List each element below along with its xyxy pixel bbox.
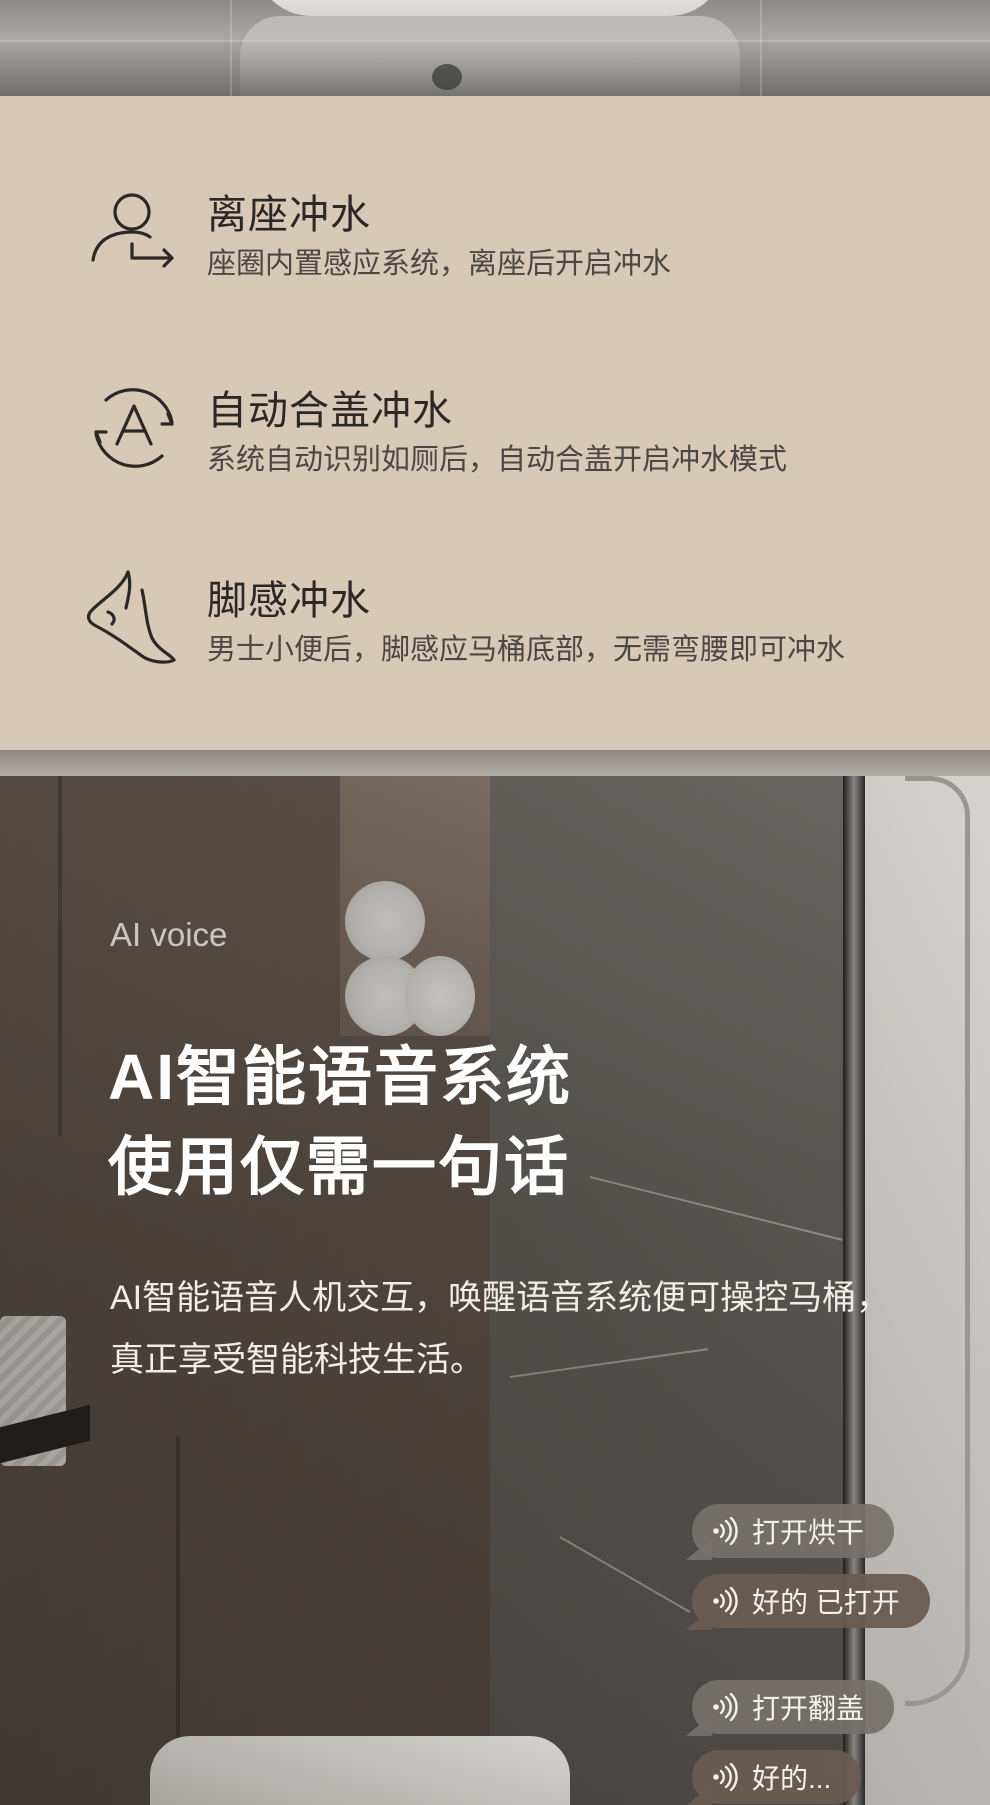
toilet-photo-top xyxy=(0,0,990,96)
feature-description: 男士小便后，脚感应马桶底部，无需弯腰即可冲水 xyxy=(207,634,846,666)
voice-command-bubble: 打开翻盖 xyxy=(686,1680,895,1736)
feature-description: 座圈内置感应系统，离座后开启冲水 xyxy=(207,248,672,280)
feature-foot-flush: 脚感冲水 男士小便后，脚感应马桶底部，无需弯腰即可冲水 xyxy=(0,568,990,678)
feature-title: 离座冲水 xyxy=(207,193,371,237)
bubble-text: 打开烘干 xyxy=(752,1517,865,1548)
voice-command-bubble: 打开烘干 xyxy=(686,1504,895,1560)
section-eyebrow: AI voice xyxy=(110,916,228,953)
feature-title: 自动合盖冲水 xyxy=(207,389,453,433)
feature-auto-lid-flush: 自动合盖冲水 系统自动识别如厕后，自动合盖开启冲水模式 xyxy=(0,378,990,488)
bubble-text: 好的... xyxy=(752,1763,832,1794)
section-body-line1: AI智能语音人机交互，唤醒语音系统便可操控马桶， xyxy=(110,1279,891,1317)
flush-features: 离座冲水 座圈内置感应系统，离座后开启冲水 自动合盖冲水 系统自动识别如厕后，自… xyxy=(0,96,990,750)
auto-cycle-A-icon xyxy=(94,388,174,468)
bubble-text: 打开翻盖 xyxy=(752,1693,865,1724)
sound-wave-icon xyxy=(713,1763,738,1791)
section-divider xyxy=(0,750,990,776)
feature-description: 系统自动识别如厕后，自动合盖开启冲水模式 xyxy=(207,444,788,476)
section-headline-line2: 使用仅需一句话 xyxy=(108,1131,570,1203)
sound-wave-icon xyxy=(713,1517,738,1545)
section-headline-line1: AI智能语音系统 xyxy=(108,1041,572,1113)
section-body-line2: 真正享受智能科技生活。 xyxy=(110,1341,484,1379)
ai-voice-section: AI voice AI智能语音系统 使用仅需一句话 AI智能语音人机交互，唤醒语… xyxy=(0,776,990,1805)
bubble-text: 好的 已打开 xyxy=(752,1587,900,1618)
feature-title: 脚感冲水 xyxy=(207,579,371,623)
person-leaving-seat-icon xyxy=(91,193,174,268)
sound-wave-icon xyxy=(713,1693,738,1721)
foot-icon xyxy=(86,570,176,664)
voice-reply-bubble: 好的... xyxy=(686,1750,862,1805)
sound-wave-icon xyxy=(713,1587,738,1615)
feature-leave-seat-flush: 离座冲水 座圈内置感应系统，离座后开启冲水 xyxy=(0,182,990,292)
voice-reply-bubble: 好的 已打开 xyxy=(686,1574,930,1630)
